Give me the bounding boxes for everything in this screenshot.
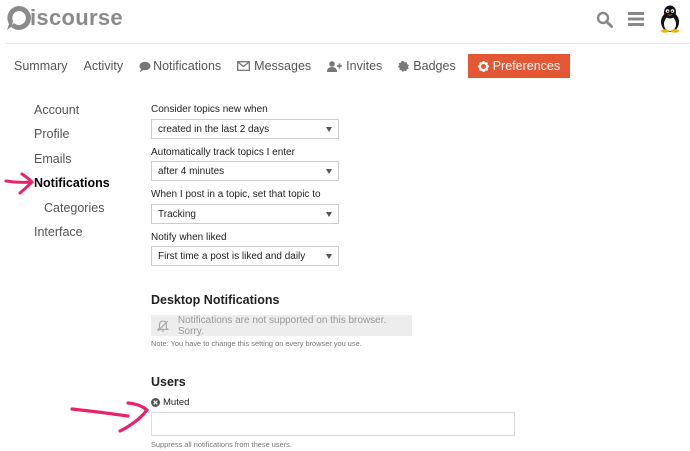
tab-label: Badges xyxy=(413,59,456,73)
when-post-label: When I post in a topic, set that topic t… xyxy=(151,189,321,200)
new-topics-label: Consider topics new when xyxy=(151,104,268,115)
tab-label: Summary xyxy=(14,59,68,73)
tab-invites[interactable]: Invites xyxy=(319,54,390,78)
tux-avatar-icon xyxy=(661,5,679,33)
preferences-sidebar: Account Profile Emails Notifications Cat… xyxy=(34,100,110,246)
hamburger-icon xyxy=(628,12,644,26)
user-avatar[interactable] xyxy=(658,5,682,33)
muted-label: Muted xyxy=(151,397,189,408)
user-nav-tabs: Summary Activity Notifications Messages … xyxy=(6,54,571,78)
sidebar-item-emails[interactable]: Emails xyxy=(34,149,110,173)
tab-badges[interactable]: Badges xyxy=(390,54,463,78)
caret-down-icon xyxy=(326,254,332,259)
desktop-notifications-title: Desktop Notifications xyxy=(151,293,280,307)
search-button[interactable] xyxy=(594,9,614,29)
caret-down-icon xyxy=(326,127,332,132)
annotation-arrow-muted xyxy=(70,401,149,433)
search-icon xyxy=(596,11,613,28)
tab-summary[interactable]: Summary xyxy=(6,54,75,78)
tab-activity[interactable]: Activity xyxy=(75,54,131,78)
envelope-icon xyxy=(237,61,251,71)
notify-liked-select[interactable]: First time a post is liked and daily xyxy=(151,246,339,266)
new-topics-select[interactable]: created in the last 2 days xyxy=(151,119,339,139)
select-value: First time a post is liked and daily xyxy=(158,250,306,262)
menu-button[interactable] xyxy=(626,9,646,29)
site-header: iscourse xyxy=(0,0,690,40)
header-divider xyxy=(6,43,690,44)
caret-down-icon xyxy=(326,212,332,217)
auto-track-select[interactable]: after 4 minutes xyxy=(151,161,339,181)
users-title: Users xyxy=(151,375,186,389)
when-post-select[interactable]: Tracking xyxy=(151,204,339,224)
times-circle-icon xyxy=(151,398,160,407)
badge-icon xyxy=(398,60,410,72)
caret-down-icon xyxy=(326,169,332,174)
tab-label: Messages xyxy=(254,59,312,73)
speech-bubble-icon xyxy=(139,61,151,72)
discourse-logo-icon xyxy=(7,6,31,30)
auto-track-label: Automatically track topics I enter xyxy=(151,147,295,158)
select-value: Tracking xyxy=(158,208,196,220)
sidebar-item-notifications[interactable]: Notifications xyxy=(34,173,110,197)
tab-preferences[interactable]: Preferences xyxy=(467,54,571,78)
bell-slash-icon xyxy=(157,319,169,332)
select-value: created in the last 2 days xyxy=(158,123,270,135)
discourse-logo[interactable]: iscourse xyxy=(5,3,123,33)
muted-users-hint: Suppress all notifications from these us… xyxy=(151,440,292,449)
tab-label: Activity xyxy=(83,59,124,73)
sidebar-item-account[interactable]: Account xyxy=(34,100,110,124)
tab-label: Preferences xyxy=(492,59,561,73)
user-plus-icon xyxy=(327,60,343,72)
tab-messages[interactable]: Messages xyxy=(229,54,319,78)
tab-notifications[interactable]: Notifications xyxy=(131,54,229,78)
logo-wordmark: iscourse xyxy=(30,4,123,30)
tab-label: Invites xyxy=(346,59,383,73)
notice-text: Notifications are not supported on this … xyxy=(177,314,387,337)
tab-label: Notifications xyxy=(153,59,222,73)
muted-users-input[interactable] xyxy=(151,412,515,436)
desktop-notifications-unsupported: Notifications are not supported on this … xyxy=(151,314,412,337)
select-value: after 4 minutes xyxy=(158,165,225,177)
muted-label-text: Muted xyxy=(163,397,190,408)
gear-icon xyxy=(477,60,489,72)
sidebar-item-categories[interactable]: Categories xyxy=(34,198,110,222)
sidebar-item-profile[interactable]: Profile xyxy=(34,124,110,148)
desktop-notifications-hint: Note: You have to change this setting on… xyxy=(151,339,362,348)
sidebar-item-interface[interactable]: Interface xyxy=(34,222,110,246)
annotation-arrow-notifications xyxy=(4,172,34,195)
notify-liked-label: Notify when liked xyxy=(151,232,227,243)
